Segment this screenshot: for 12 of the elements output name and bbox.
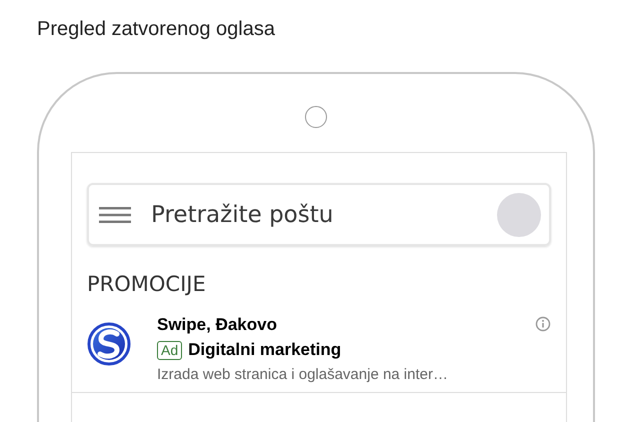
- page-title: Pregled zatvorenog oglasa: [37, 17, 276, 42]
- advertiser-name: Swipe, Đakovo: [157, 314, 277, 336]
- ad-description: Izrada web stranica i oglašavanje na inter…: [157, 366, 448, 383]
- info-icon[interactable]: [535, 316, 551, 332]
- menu-icon[interactable]: [99, 206, 131, 222]
- ad-headline: Digitalni marketing: [188, 340, 342, 360]
- search-bar[interactable]: Pretražite poštu: [87, 183, 551, 246]
- camera-icon: [305, 106, 327, 128]
- search-field[interactable]: Pretražite poštu: [149, 200, 497, 228]
- section-heading: PROMOCIJE: [87, 272, 207, 296]
- ad-badge: Ad: [157, 340, 182, 360]
- logo-icon: [87, 322, 131, 366]
